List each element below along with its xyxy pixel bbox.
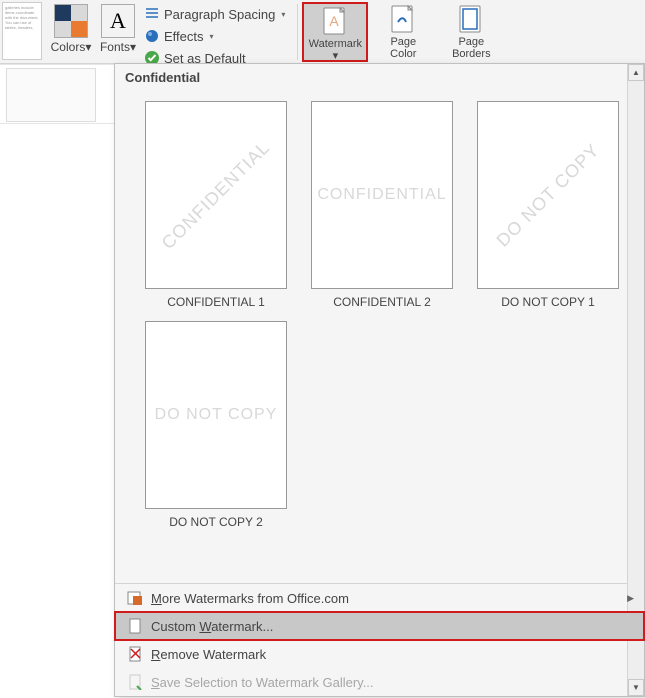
custom-watermark-label: atermark... — [211, 619, 273, 634]
page-borders-label: Page Borders — [452, 36, 491, 60]
fonts-icon: A — [101, 4, 135, 38]
separator — [297, 4, 298, 60]
page-color-button[interactable]: Page Color — [370, 2, 436, 62]
watermark-text: CONFIDENTIAL — [158, 137, 275, 254]
office-icon — [127, 590, 143, 606]
colors-icon — [54, 4, 88, 38]
remove-watermark-label: emove Watermark — [160, 647, 266, 662]
page-background-group: A Watermark▾ Page Color Page Borders — [302, 2, 504, 62]
colors-button[interactable]: Colors▾ — [46, 2, 96, 56]
effects-button[interactable]: Effects▾ — [144, 26, 285, 46]
paragraph-spacing-button[interactable]: Paragraph Spacing▾ — [144, 4, 285, 24]
custom-watermark-menu-item[interactable]: Custom Watermark... — [115, 612, 644, 640]
themes-gallery-thumb[interactable]: galleries include items coordinate with … — [2, 2, 42, 60]
effects-label: Effects — [164, 29, 204, 44]
watermark-button[interactable]: A Watermark▾ — [302, 2, 368, 62]
watermark-thumb[interactable]: CONFIDENTIAL CONFIDENTIAL 1 — [135, 101, 297, 309]
watermark-thumb[interactable]: CONFIDENTIAL CONFIDENTIAL 2 — [301, 101, 463, 309]
more-watermarks-label: ore Watermarks from Office.com — [162, 591, 349, 606]
thumb-caption: DO NOT COPY 2 — [169, 515, 263, 529]
paragraph-spacing-label: Paragraph Spacing — [164, 7, 275, 22]
paragraph-spacing-icon — [144, 6, 160, 22]
design-options: Paragraph Spacing▾ Effects▾ Set as Defau… — [140, 2, 293, 68]
svg-text:A: A — [330, 13, 340, 29]
save-page-icon — [127, 674, 143, 690]
dropdown-footer: More Watermarks from Office.com ▶ Custom… — [115, 583, 644, 696]
save-selection-label: ave Selection to Watermark Gallery... — [160, 675, 374, 690]
more-watermarks-menu-item[interactable]: More Watermarks from Office.com ▶ — [115, 584, 644, 612]
watermark-text: CONFIDENTIAL — [317, 186, 446, 204]
remove-watermark-menu-item[interactable]: Remove Watermark — [115, 640, 644, 668]
ribbon: galleries include items coordinate with … — [0, 0, 645, 64]
watermark-text: DO NOT COPY — [492, 139, 604, 251]
thumb-caption: CONFIDENTIAL 2 — [333, 295, 431, 309]
dropdown-section-header: Confidential — [115, 64, 644, 91]
colors-label: Colors — [51, 40, 86, 54]
watermark-dropdown: Confidential CONFIDENTIALCONFIDENTIAL 1C… — [114, 63, 645, 697]
remove-page-icon — [127, 646, 143, 662]
save-selection-menu-item: Save Selection to Watermark Gallery... — [115, 668, 644, 696]
page-preview — [6, 68, 96, 122]
fonts-button[interactable]: A Fonts▾ — [96, 2, 140, 56]
watermark-text: DO NOT COPY — [155, 406, 278, 424]
watermark-label: Watermark — [309, 38, 362, 50]
effects-icon — [144, 28, 160, 44]
watermark-gallery: CONFIDENTIALCONFIDENTIAL 1CONFIDENTIALCO… — [115, 91, 644, 583]
page-color-icon — [389, 4, 417, 34]
thumb-caption: DO NOT COPY 1 — [501, 295, 595, 309]
thumb-caption: CONFIDENTIAL 1 — [167, 295, 265, 309]
scroll-up-button[interactable]: ▲ — [628, 64, 644, 81]
page-borders-button[interactable]: Page Borders — [438, 2, 504, 62]
watermark-thumb[interactable]: DO NOT COPY DO NOT COPY 2 — [135, 321, 297, 529]
watermark-thumb[interactable]: DO NOT COPY DO NOT COPY 1 — [467, 101, 629, 309]
fonts-label: Fonts — [100, 40, 130, 54]
submenu-arrow-icon: ▶ — [627, 593, 634, 604]
page-borders-icon — [457, 4, 485, 34]
page-color-label: Page Color — [390, 36, 416, 60]
page-icon — [127, 618, 143, 634]
watermark-icon: A — [321, 6, 349, 36]
